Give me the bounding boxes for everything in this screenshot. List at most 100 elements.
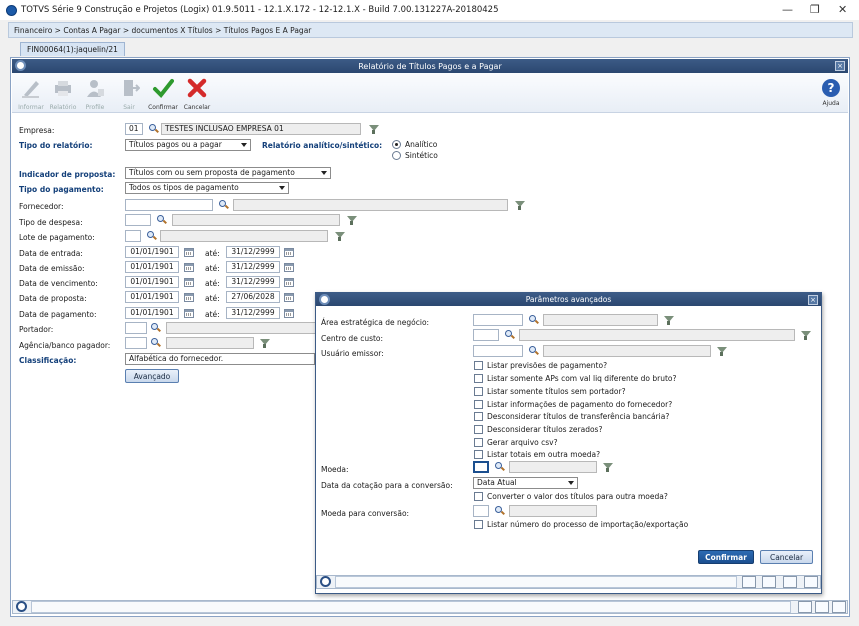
tipo-relatorio-select[interactable]: Títulos pagos ou a pagar xyxy=(125,139,251,151)
close-button[interactable]: ✕ xyxy=(838,3,847,16)
data-emissao-label: Data de emissão: xyxy=(19,264,85,273)
lote-pagamento-input[interactable] xyxy=(125,230,141,242)
date-to-input[interactable]: 31/12/2999 xyxy=(226,307,280,319)
empresa-search-icon[interactable] xyxy=(148,123,159,134)
classificacao-select[interactable]: Alfabética do fornecedor. xyxy=(125,353,315,365)
option-checkbox[interactable] xyxy=(474,425,483,434)
centro-custo-input[interactable] xyxy=(473,329,499,341)
moeda-input[interactable] xyxy=(473,461,489,473)
empresa-label: Empresa: xyxy=(19,126,55,135)
profile-button[interactable]: Proﬁle xyxy=(80,77,110,111)
option-checkbox[interactable] xyxy=(474,438,483,447)
calendar-icon[interactable] xyxy=(284,309,294,318)
dialog-close-button[interactable]: × xyxy=(835,61,845,71)
minimize-button[interactable]: — xyxy=(782,3,793,16)
date-to-input[interactable]: 31/12/2999 xyxy=(226,261,280,273)
usuario-search-icon[interactable] xyxy=(528,345,539,356)
sair-button[interactable]: Sair xyxy=(114,77,144,111)
date-from-input[interactable]: 01/01/1901 xyxy=(125,307,179,319)
empresa-filter-icon[interactable] xyxy=(368,124,379,135)
date-from-input[interactable]: 01/01/1901 xyxy=(125,246,179,258)
agencia-filter-icon[interactable] xyxy=(259,338,270,349)
portador-input[interactable] xyxy=(125,322,147,334)
confirmar-button[interactable]: Confirmar xyxy=(148,77,178,111)
calendar-icon[interactable] xyxy=(184,293,194,302)
listar-numero-checkbox[interactable] xyxy=(474,520,483,529)
tipo-despesa-search-icon[interactable] xyxy=(156,214,167,225)
area-estrategica-input[interactable] xyxy=(473,314,523,326)
portador-search-icon[interactable] xyxy=(150,322,161,333)
usuario-emissor-input[interactable] xyxy=(473,345,523,357)
option-checkbox[interactable] xyxy=(474,361,483,370)
data-vencimento-label: Data de vencimento: xyxy=(19,279,98,288)
printer-icon xyxy=(55,81,71,96)
chat-icon[interactable] xyxy=(832,601,846,613)
option-checkbox[interactable] xyxy=(474,400,483,409)
ajuda-button[interactable]: ? Ajuda xyxy=(816,77,846,107)
option-checkbox-label: Listar previsões de pagamento? xyxy=(487,361,608,370)
usuario-filter-icon[interactable] xyxy=(716,346,727,357)
tab-program[interactable]: FIN00064(1):jaquelin/21 xyxy=(20,42,125,56)
date-to-input[interactable]: 31/12/2999 xyxy=(226,246,280,258)
agencia-input[interactable] xyxy=(125,337,147,349)
keyboard-icon[interactable] xyxy=(742,576,756,588)
chevron-down-icon xyxy=(241,143,247,147)
calendar-icon[interactable] xyxy=(284,263,294,272)
chat-icon[interactable] xyxy=(804,576,818,588)
sintetico-radio[interactable] xyxy=(392,151,401,160)
fornecedor-search-icon[interactable] xyxy=(218,199,229,210)
indicador-proposta-select[interactable]: Títulos com ou sem proposta de pagamento xyxy=(125,167,331,179)
centro-filter-icon[interactable] xyxy=(800,330,811,341)
relatorio-button[interactable]: Relatório xyxy=(48,77,78,111)
moeda-conversao-input[interactable] xyxy=(473,505,489,517)
date-to-input[interactable]: 31/12/2999 xyxy=(226,276,280,288)
lote-filter-icon[interactable] xyxy=(334,231,345,242)
date-from-input[interactable]: 01/01/1901 xyxy=(125,261,179,273)
calendar-icon[interactable] xyxy=(284,278,294,287)
calendar-icon[interactable] xyxy=(184,309,194,318)
date-to-input[interactable]: 27/06/2028 xyxy=(226,291,280,303)
area-filter-icon[interactable] xyxy=(663,315,674,326)
window-title: TOTVS Série 9 Construção e Projetos (Log… xyxy=(21,5,499,15)
tipo-despesa-filter-icon[interactable] xyxy=(346,215,357,226)
calendar-icon[interactable] xyxy=(184,263,194,272)
fornecedor-input[interactable] xyxy=(125,199,213,211)
toolbar: Informar Relatório Proﬁle Sair Confirmar… xyxy=(12,73,848,113)
advanced-close-button[interactable]: × xyxy=(808,295,818,305)
informar-button[interactable]: Informar xyxy=(16,77,46,111)
moeda-filter-icon[interactable] xyxy=(602,462,613,473)
calendar-icon[interactable] xyxy=(284,293,294,302)
area-search-icon[interactable] xyxy=(528,314,539,325)
option-checkbox[interactable] xyxy=(474,374,483,383)
calendar-icon[interactable] xyxy=(184,248,194,257)
converter-checkbox[interactable] xyxy=(474,492,483,501)
fornecedor-filter-icon[interactable] xyxy=(514,200,525,211)
avancado-button[interactable]: Avançado xyxy=(125,369,179,383)
analitico-radio[interactable] xyxy=(392,140,401,149)
maximize-button[interactable]: ❐ xyxy=(810,3,820,16)
option-checkbox[interactable] xyxy=(474,450,483,459)
cancelar-button[interactable]: Cancelar xyxy=(182,77,212,111)
centro-search-icon[interactable] xyxy=(504,329,515,340)
date-from-input[interactable]: 01/01/1901 xyxy=(125,291,179,303)
date-from-input[interactable]: 01/01/1901 xyxy=(125,276,179,288)
option-checkbox[interactable] xyxy=(474,387,483,396)
tipo-pagamento-select[interactable]: Todos os tipos de pagamento xyxy=(125,182,289,194)
doc-edit-icon[interactable] xyxy=(783,576,797,588)
advanced-confirmar-button[interactable]: Confirmar xyxy=(698,550,754,564)
tipo-despesa-input[interactable] xyxy=(125,214,151,226)
moeda-search-icon[interactable] xyxy=(494,461,505,472)
advanced-cancelar-button[interactable]: Cancelar xyxy=(760,550,813,564)
tools-icon[interactable] xyxy=(798,601,812,613)
calendar-icon[interactable] xyxy=(184,278,194,287)
empresa-code-input[interactable]: 01 xyxy=(125,123,143,135)
advanced-title: Parâmetros avançados xyxy=(525,295,612,304)
lote-search-icon[interactable] xyxy=(146,230,157,241)
agencia-search-icon[interactable] xyxy=(150,337,161,348)
doc-edit-icon[interactable] xyxy=(815,601,829,613)
moeda-conv-search-icon[interactable] xyxy=(494,505,505,516)
option-checkbox[interactable] xyxy=(474,412,483,421)
data-cotacao-select[interactable]: Data Atual xyxy=(473,477,578,489)
tools-icon[interactable] xyxy=(762,576,776,588)
calendar-icon[interactable] xyxy=(284,248,294,257)
